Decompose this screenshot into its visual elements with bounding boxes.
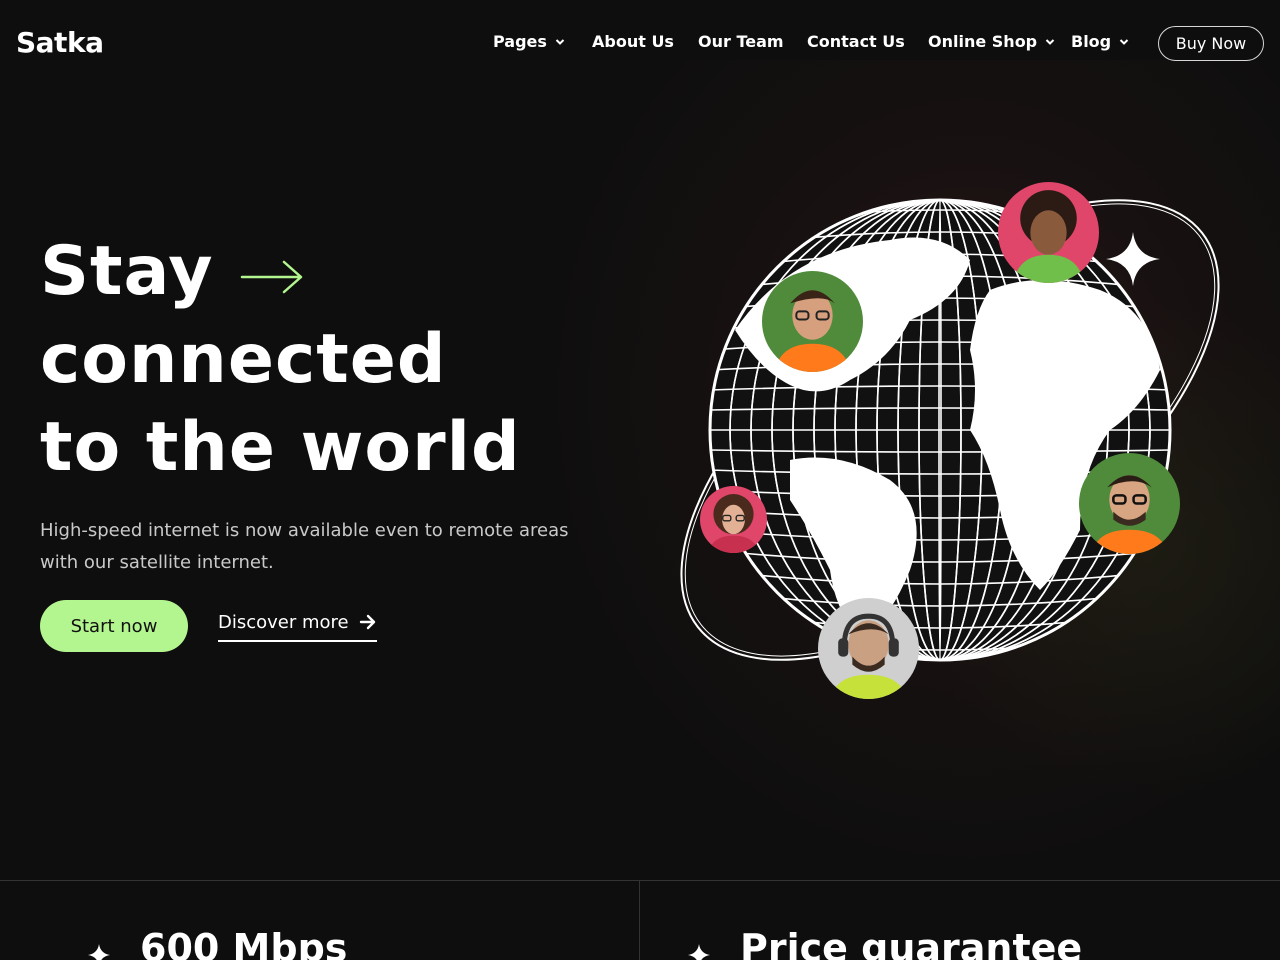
avatar-man-headphones [818, 598, 919, 699]
discover-more-label: Discover more [218, 611, 349, 633]
sparkle-icon [688, 944, 710, 960]
stats-divider [639, 881, 640, 960]
chevron-down-icon [1119, 38, 1129, 45]
nav-item-online-shop[interactable]: Online Shop [928, 32, 1055, 51]
nav-item-label: Contact Us [807, 32, 905, 51]
stat-title: 600 Mbps [140, 926, 348, 960]
chevron-down-icon [555, 38, 565, 45]
nav-item-blog[interactable]: Blog [1071, 32, 1129, 51]
arrow-right-icon [240, 260, 303, 294]
arrow-right-icon [359, 614, 375, 630]
hero-description: High-speed internet is now available eve… [40, 520, 569, 573]
nav-item-about-us[interactable]: About Us [592, 32, 674, 51]
nav-item-label: Pages [493, 32, 547, 51]
nav-item-label: About Us [592, 32, 674, 51]
nav-item-contact-us[interactable]: Contact Us [807, 32, 905, 51]
hero-title-line: connected [40, 320, 447, 399]
site-header: Satka Pages About Us Our Team Contact Us… [0, 0, 1280, 86]
nav-item-label: Online Shop [928, 32, 1038, 51]
sparkle-icon [1106, 232, 1160, 286]
avatar-woman-glasses-red [700, 486, 767, 553]
sparkle-icon [88, 944, 110, 960]
nav-item-our-team[interactable]: Our Team [698, 32, 784, 51]
start-now-button[interactable]: Start now [40, 600, 188, 652]
nav-item-pages[interactable]: Pages [493, 32, 565, 51]
nav-item-label: Blog [1071, 32, 1112, 51]
brand-logo[interactable]: Satka [16, 26, 104, 59]
nav-item-label: Our Team [698, 32, 784, 51]
buy-now-button[interactable]: Buy Now [1158, 26, 1264, 61]
hero-title-line: to the world [40, 408, 521, 487]
discover-more-link[interactable]: Discover more [218, 608, 377, 642]
avatar-man-glasses-orange [762, 271, 863, 372]
globe-illustration [680, 198, 1220, 662]
avatar-man-glasses-green [1079, 453, 1180, 554]
chevron-down-icon [1045, 38, 1055, 45]
stat-title: Price guarantee [740, 926, 1083, 960]
avatar-curly-hair-woman [998, 182, 1099, 283]
